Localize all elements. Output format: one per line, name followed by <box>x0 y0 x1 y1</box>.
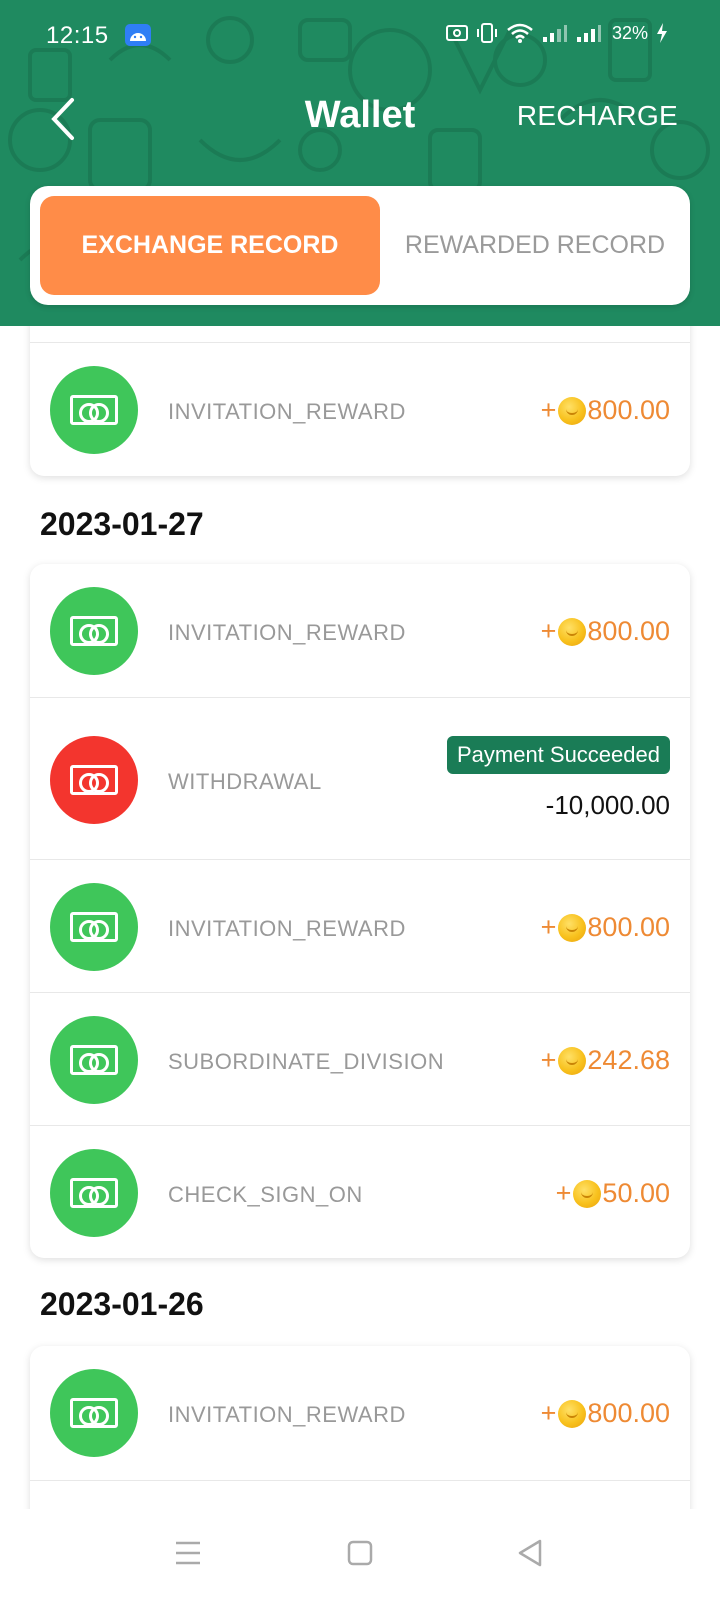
battery-level: 32% <box>611 22 648 43</box>
charging-icon <box>657 23 667 43</box>
tab-rewarded-record[interactable]: REWARDED RECORD <box>390 196 680 295</box>
record-card: INVITATION_REWARD +800.00 <box>30 1346 690 1509</box>
record-row[interactable]: INVITATION_REWARD +800.00 <box>30 1346 690 1480</box>
record-row[interactable]: CHECK_SIGN_ON +50.00 <box>30 1125 690 1258</box>
record-label: CHECK_SIGN_ON <box>168 1182 363 1207</box>
status-bar: 12:15 32% <box>0 0 720 72</box>
menu-icon <box>176 1541 200 1565</box>
coin-icon <box>558 1399 587 1428</box>
record-amount: +800.00 <box>540 912 670 942</box>
system-nav-bar <box>0 1509 720 1600</box>
back-icon <box>518 1539 542 1567</box>
record-label: WITHDRAWAL <box>168 769 322 794</box>
date-header: 2023-01-26 <box>40 1286 204 1322</box>
record-amount: +800.00 <box>540 616 670 646</box>
record-amount: -10,000.00 <box>545 790 670 820</box>
coin-icon <box>558 1046 587 1075</box>
record-label: INVITATION_REWARD <box>168 1402 406 1427</box>
recent-apps-button[interactable] <box>168 1533 208 1573</box>
record-amount: +50.00 <box>555 1178 670 1208</box>
home-button[interactable] <box>340 1533 380 1573</box>
record-amount: +242.68 <box>540 1045 670 1075</box>
coin-icon <box>558 396 587 425</box>
status-time: 12:15 <box>46 22 109 49</box>
record-row[interactable]: INVITATION_REWARD +800.00 <box>30 342 690 476</box>
wifi-icon <box>507 23 533 43</box>
status-icons: 32% <box>445 22 668 44</box>
record-tabs: EXCHANGE RECORD REWARDED RECORD <box>30 186 690 305</box>
date-header: 2023-01-27 <box>40 506 204 542</box>
vibrate-icon <box>476 23 497 43</box>
coin-icon <box>558 617 587 646</box>
money-icon <box>50 366 138 454</box>
record-label: INVITATION_REWARD <box>168 916 406 941</box>
record-row[interactable]: SUBORDINATE_DIVISION +242.68 <box>30 992 690 1125</box>
record-row[interactable]: INVITATION_REWARD +800.00 <box>30 859 690 992</box>
money-icon <box>50 1149 138 1237</box>
record-row[interactable]: WITHDRAWAL Payment Succeeded -10,000.00 <box>30 697 690 859</box>
home-icon <box>347 1540 373 1566</box>
record-card: INVITATION_REWARD +800.00 <box>30 326 690 476</box>
record-label: INVITATION_REWARD <box>168 399 406 424</box>
android-notification-icon <box>125 24 151 46</box>
record-amount: +800.00 <box>540 395 670 425</box>
money-icon <box>50 587 138 675</box>
status-badge: Payment Succeeded <box>446 736 670 774</box>
system-back-button[interactable] <box>510 1533 550 1573</box>
coin-icon <box>558 913 587 942</box>
recharge-button[interactable]: RECHARGE <box>517 100 678 132</box>
tab-exchange-record[interactable]: EXCHANGE RECORD <box>40 196 380 295</box>
record-card: INVITATION_REWARD +800.00 WITHDRAWAL Pay… <box>30 564 690 1258</box>
cast-icon <box>445 25 468 41</box>
signal-icon <box>542 25 567 42</box>
record-amount: +800.00 <box>540 1398 670 1428</box>
top-nav: Wallet RECHARGE <box>0 80 720 156</box>
record-label: SUBORDINATE_DIVISION <box>168 1049 445 1074</box>
money-icon <box>50 883 138 971</box>
money-icon <box>50 736 138 824</box>
record-label: INVITATION_REWARD <box>168 620 406 645</box>
coin-icon <box>573 1179 602 1208</box>
header: 12:15 32% Wallet RECHARGE EXCHANGE RECOR… <box>0 0 720 326</box>
signal-icon-2 <box>576 25 601 42</box>
record-row[interactable]: INVITATION_REWARD +800.00 <box>30 564 690 697</box>
money-icon <box>50 1369 138 1457</box>
records-list[interactable]: INVITATION_REWARD +800.00 2023-01-27 INV… <box>0 326 720 1509</box>
money-icon <box>50 1016 138 1104</box>
